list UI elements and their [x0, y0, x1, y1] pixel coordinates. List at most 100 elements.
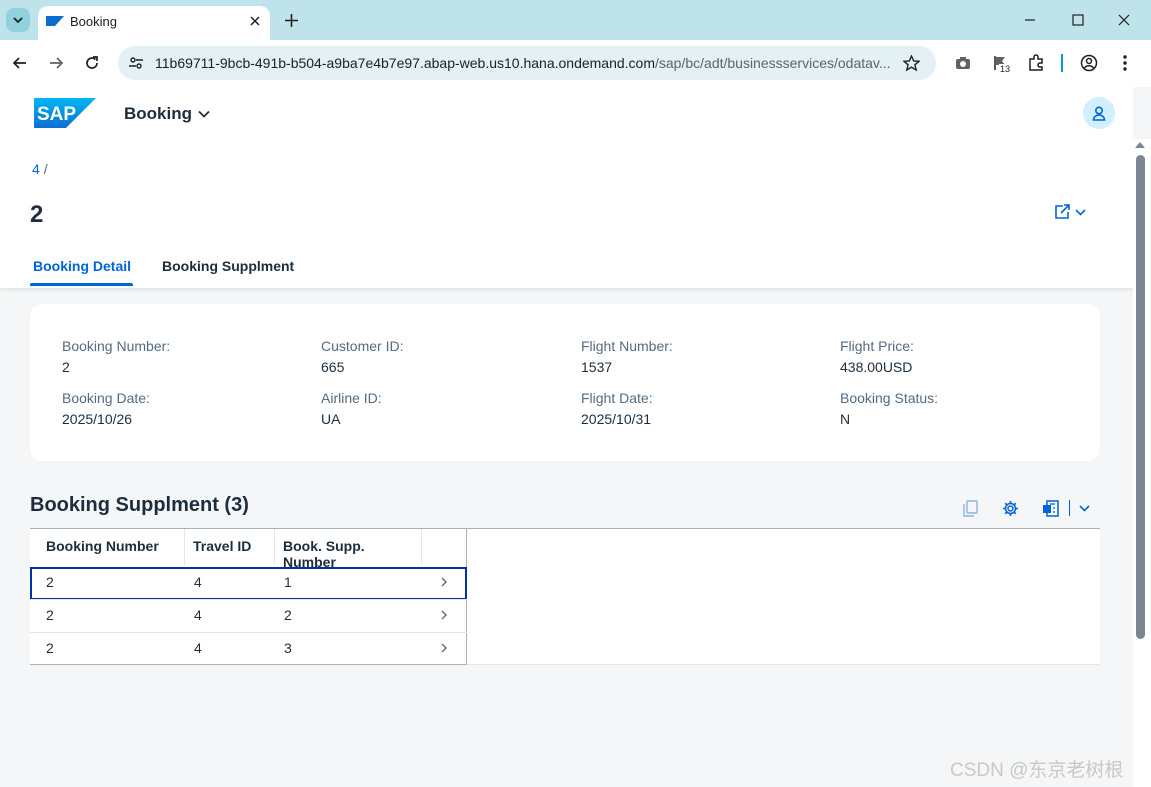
toolbar-separator [1061, 54, 1063, 72]
cell-booking-number: 2 [46, 607, 54, 623]
column-header-book-supp-number[interactable]: Book. Supp. Number [275, 529, 422, 570]
section-title: Booking Supplment (3) [30, 494, 249, 516]
chevron-down-icon [1075, 208, 1086, 216]
close-icon [1118, 14, 1130, 26]
field-label: Airline ID: [321, 390, 382, 406]
field-label: Booking Date: [62, 390, 150, 406]
supplement-table-container: Booking Number Travel ID Book. Supp. Num… [30, 528, 1100, 665]
table-row[interactable]: 2 4 2 [30, 599, 467, 632]
extensions-puzzle-icon[interactable] [1025, 52, 1047, 74]
arrow-right-icon [50, 57, 64, 69]
sap-logo-text: SAP [37, 104, 76, 125]
field-flight-price: Flight Price: 438.00USD [840, 338, 914, 375]
field-booking-date: Booking Date: 2025/10/26 [62, 390, 150, 427]
browser-menu-icon[interactable] [1114, 52, 1136, 74]
url-path: /sap/bc/adt/businessservices/odatav... [655, 55, 891, 71]
arrow-left-icon [12, 57, 26, 69]
field-label: Flight Number: [581, 338, 673, 354]
field-label: Flight Date: [581, 390, 653, 406]
field-value: 1537 [581, 359, 613, 375]
field-label: Flight Price: [840, 338, 914, 354]
export-button[interactable] [1040, 498, 1060, 518]
table-settings-button[interactable] [1000, 498, 1020, 518]
cell-book-supp-number: 1 [284, 574, 292, 590]
site-info-icon[interactable] [127, 54, 145, 72]
reload-button[interactable] [81, 52, 103, 74]
chevron-down-icon [198, 110, 210, 118]
back-button[interactable] [9, 52, 31, 74]
minimize-icon [1025, 19, 1035, 21]
copy-button[interactable] [960, 498, 980, 518]
cell-travel-id: 4 [194, 574, 202, 590]
field-value: 2 [62, 359, 70, 375]
new-tab-button[interactable] [281, 10, 301, 30]
field-flight-number: Flight Number: 1537 [581, 338, 673, 375]
watermark-text: CSDN @东京老树根 [950, 760, 1124, 781]
table-row[interactable]: 2 4 3 [30, 632, 467, 665]
column-header-booking-number[interactable]: Booking Number [30, 529, 185, 565]
cell-book-supp-number: 2 [284, 607, 292, 623]
user-icon [1092, 105, 1106, 121]
app-title-menu[interactable]: Booking [124, 104, 210, 124]
cell-booking-number: 2 [46, 574, 54, 590]
shell-bar: SAP Booking [0, 87, 1133, 139]
forward-button[interactable] [45, 52, 67, 74]
object-page-header: 4 / 2 Booking Detail Booking Supplment [0, 139, 1133, 288]
breadcrumb-separator: / [43, 161, 48, 177]
window-close-button[interactable] [1113, 9, 1135, 31]
breadcrumb-link[interactable]: 4 [32, 161, 40, 177]
bookmark-star-icon[interactable] [901, 53, 921, 73]
breadcrumb: 4 / [32, 161, 48, 177]
column-header-travel-id[interactable]: Travel ID [185, 529, 275, 565]
chevron-right-icon [441, 643, 447, 653]
reload-icon [86, 56, 98, 69]
tab-close-button[interactable] [246, 12, 264, 30]
share-icon [1055, 204, 1070, 219]
field-value: 665 [321, 359, 345, 375]
tab-booking-detail[interactable]: Booking Detail [33, 258, 131, 274]
tab-title: Booking [70, 14, 117, 29]
browser-toolbar: 11b69711-9bcb-491b-b504-a9ba7e4b7e97.aba… [0, 40, 1151, 87]
toolbar-separator [1069, 500, 1070, 516]
plus-icon [284, 13, 298, 27]
field-airline-id: Airline ID: UA [321, 390, 382, 427]
sap-favicon-icon [46, 16, 64, 26]
chevron-right-icon [441, 610, 447, 620]
scroll-up-arrow-icon[interactable] [1135, 142, 1145, 148]
browser-tab-strip: Booking [0, 0, 1151, 40]
active-tab-indicator [30, 283, 133, 286]
url-text: 11b69711-9bcb-491b-b504-a9ba7e4b7e97.aba… [155, 55, 895, 71]
export-spreadsheet-icon [1042, 499, 1059, 517]
minimize-button[interactable] [1019, 9, 1041, 31]
field-label: Customer ID: [321, 338, 404, 354]
share-menu-button[interactable] [1054, 202, 1094, 222]
cell-travel-id: 4 [194, 607, 202, 623]
page-scrollbar-thumb[interactable] [1136, 155, 1145, 639]
close-icon [250, 16, 260, 26]
maximize-icon [1072, 14, 1084, 26]
field-booking-number: Booking Number: 2 [62, 338, 170, 375]
export-menu-button[interactable] [1074, 498, 1094, 518]
cell-booking-number: 2 [46, 640, 54, 656]
field-value: UA [321, 411, 341, 427]
browser-tab[interactable]: Booking [38, 6, 270, 40]
tab-booking-supplment[interactable]: Booking Supplment [162, 258, 294, 274]
field-value: N [840, 411, 851, 427]
profile-icon[interactable] [1078, 52, 1100, 74]
url-host: 11b69711-9bcb-491b-b504-a9ba7e4b7e97.aba… [155, 55, 655, 71]
field-flight-date: Flight Date: 2025/10/31 [581, 390, 653, 427]
chevron-right-icon [441, 577, 447, 587]
field-label: Booking Status: [840, 390, 939, 406]
extension-badge: 13 [999, 64, 1012, 74]
table-row[interactable]: 2 4 1 [30, 567, 467, 600]
copy-icon [962, 499, 978, 517]
sap-logo[interactable]: SAP [34, 98, 96, 128]
field-value: 2025/10/26 [62, 411, 133, 427]
camera-icon[interactable] [952, 52, 974, 74]
gear-icon [1002, 500, 1018, 516]
user-avatar-button[interactable] [1083, 97, 1115, 129]
maximize-button[interactable] [1067, 9, 1089, 31]
tab-search-button[interactable] [6, 8, 30, 32]
address-bar[interactable]: 11b69711-9bcb-491b-b504-a9ba7e4b7e97.aba… [118, 46, 936, 80]
chevron-down-icon [1078, 504, 1090, 512]
